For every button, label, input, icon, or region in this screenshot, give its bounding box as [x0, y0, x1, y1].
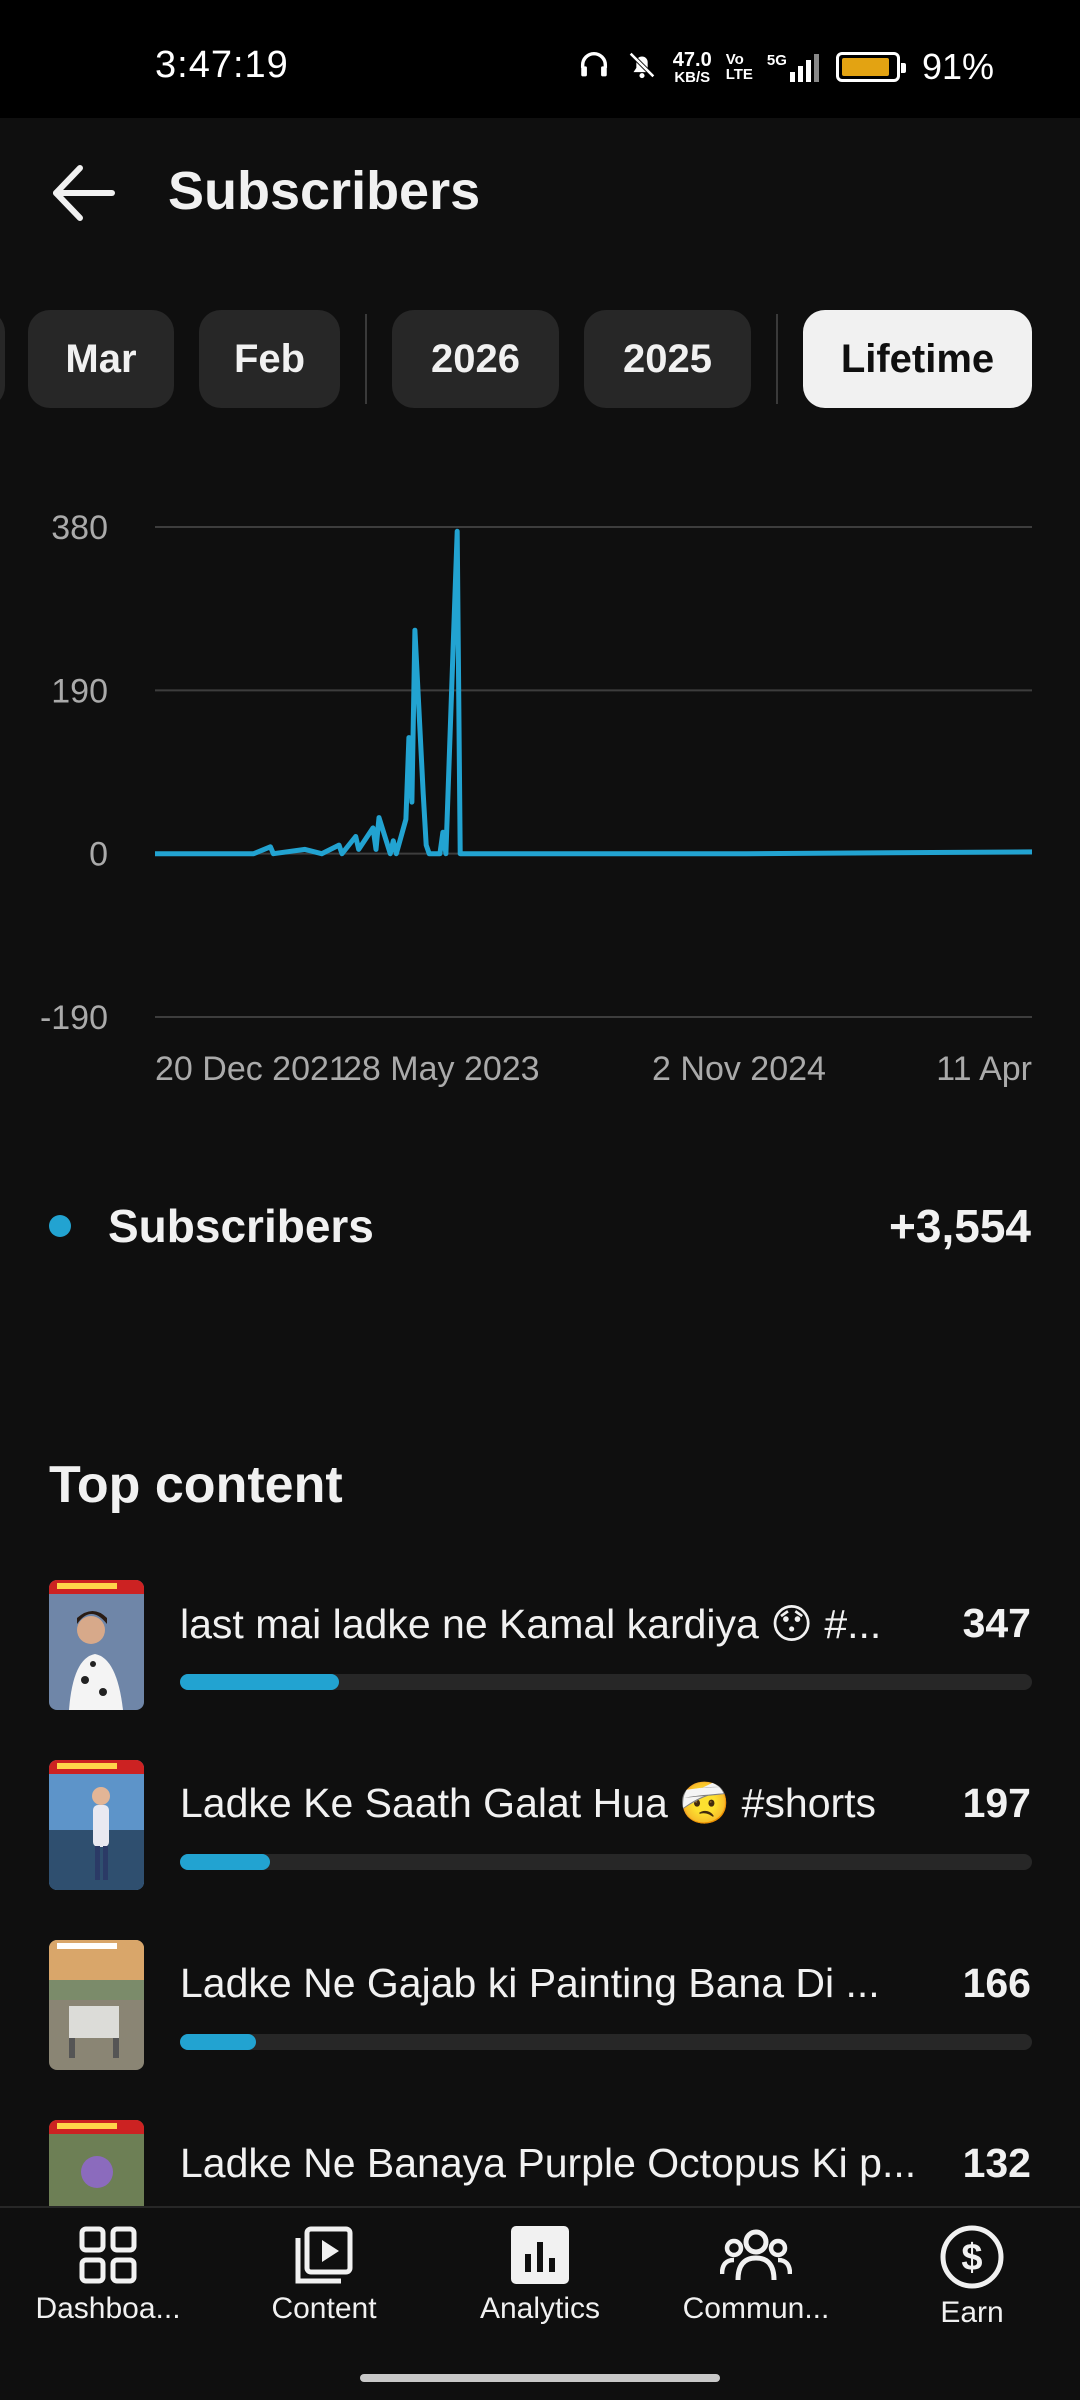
content-item[interactable]: last mai ladke ne Kamal kardiya 😯 #... 3… [0, 1580, 1080, 1710]
nav-dashboard[interactable]: Dashboa... [0, 2208, 216, 2338]
video-thumbnail [49, 1940, 144, 2070]
series-line-subscribers [155, 528, 1033, 857]
chip-partial[interactable] [0, 310, 5, 408]
x-tick-label: 2 Nov 2024 [652, 1050, 826, 1088]
chip-feb[interactable]: Feb [199, 310, 340, 408]
period-chips: Mar Feb 2026 2025 Lifetime [0, 310, 1080, 410]
content-item[interactable]: Ladke Ne Gajab ki Painting Bana Di ... 1… [0, 1940, 1080, 2070]
headphones-icon [577, 48, 611, 87]
battery-percent: 91% [921, 46, 994, 87]
content-title: Ladke Ne Gajab ki Painting Bana Di ... [180, 1960, 880, 2006]
x-tick-label: 20 Dec 2021 [155, 1050, 348, 1088]
chip-divider [776, 314, 778, 404]
dashboard-icon [79, 2226, 137, 2284]
nav-content[interactable]: Content [216, 2208, 432, 2338]
chart-legend: Subscribers +3,554 [0, 1185, 1080, 1265]
chip-2026[interactable]: 2026 [392, 310, 559, 408]
battery-icon [835, 52, 906, 82]
content-title: Ladke Ke Saath Galat Hua 🤕 #shorts [180, 1780, 877, 1826]
content-bar-track [180, 1854, 1032, 1870]
y-tick-label: -190 [40, 999, 108, 1037]
content-play-icon [295, 2226, 353, 2284]
chart-svg: 380 190 0 -190 20 Dec 202128 May 2023 2 Nov 2… [40, 509, 1033, 1088]
content-bar-track [180, 1674, 1032, 1690]
content-title: Ladke Ne Banaya Purple Octopus Ki p... [180, 2140, 917, 2186]
content-item[interactable]: Ladke Ke Saath Galat Hua 🤕 #shorts 197 [0, 1760, 1080, 1890]
content-bar-fill [180, 1854, 271, 1870]
content-bar-track [180, 2034, 1032, 2050]
content-count: 132 [962, 2140, 1031, 2186]
content-bar-fill [180, 1674, 340, 1690]
arrow-left-icon [53, 165, 115, 221]
nav-earn[interactable]: $ Earn [864, 2208, 1080, 2338]
x-tick-label: 11 Apr [936, 1050, 1032, 1088]
chip-divider [365, 314, 367, 404]
content-count: 166 [962, 1960, 1031, 2006]
dollar-icon: $ [940, 2225, 1004, 2289]
community-icon [720, 2229, 792, 2281]
home-gesture-bar[interactable] [360, 2374, 720, 2382]
content-count: 197 [962, 1780, 1031, 1826]
nav-label: Commun... [682, 2292, 830, 2325]
y-tick-label: 0 [89, 836, 108, 874]
nav-label: Content [271, 2292, 377, 2325]
video-thumbnail [49, 1580, 144, 1710]
app-header: Subscribers [0, 118, 1080, 268]
analytics-icon [511, 2226, 569, 2284]
status-time: 3:47:19 [155, 44, 289, 86]
content-bar-fill [180, 2034, 256, 2050]
bell-muted-icon [625, 48, 659, 87]
signal-icon: 5G [767, 52, 822, 82]
bottom-navigation: Dashboa... Content Analytics Commun... $… [0, 2206, 1080, 2336]
status-icons: 47.0 KB/S Vo LTE 5G 91% [577, 46, 994, 88]
top-content-title: Top content [49, 1456, 343, 1514]
gesture-area [0, 2336, 1080, 2400]
content-count: 347 [962, 1600, 1031, 1646]
status-bar: 3:47:19 47.0 KB/S Vo LTE 5G 91% [0, 0, 1080, 118]
nav-analytics[interactable]: Analytics [432, 2208, 648, 2338]
subscribers-chart[interactable]: 380 190 0 -190 20 Dec 2021 28 May 2023 2 Nov 2… [0, 490, 1080, 1110]
volte-indicator: Vo LTE [725, 51, 753, 83]
back-button[interactable] [50, 164, 116, 222]
y-tick-label: 190 [51, 672, 108, 710]
svg-text:$: $ [961, 2237, 982, 2279]
net-speed: 47.0 KB/S [672, 48, 712, 86]
y-tick-label: 380 [51, 509, 108, 547]
legend-label: Subscribers [108, 1200, 374, 1252]
chip-mar[interactable]: Mar [28, 310, 174, 408]
video-thumbnail [49, 1760, 144, 1890]
nav-label: Analytics [479, 2292, 601, 2325]
legend-dot [49, 1215, 71, 1237]
legend-total: +3,554 [889, 1200, 1031, 1252]
page-title: Subscribers [168, 161, 481, 221]
x-tick-label: 28 May 2023 [343, 1050, 540, 1088]
content-title: last mai ladke ne Kamal kardiya 😯 #... [180, 1601, 882, 1647]
chip-lifetime[interactable]: Lifetime [803, 310, 1032, 408]
nav-community[interactable]: Commun... [648, 2208, 864, 2338]
nav-label: Dashboa... [35, 2292, 181, 2325]
chip-2025[interactable]: 2025 [584, 310, 751, 408]
nav-label: Earn [940, 2296, 1004, 2329]
